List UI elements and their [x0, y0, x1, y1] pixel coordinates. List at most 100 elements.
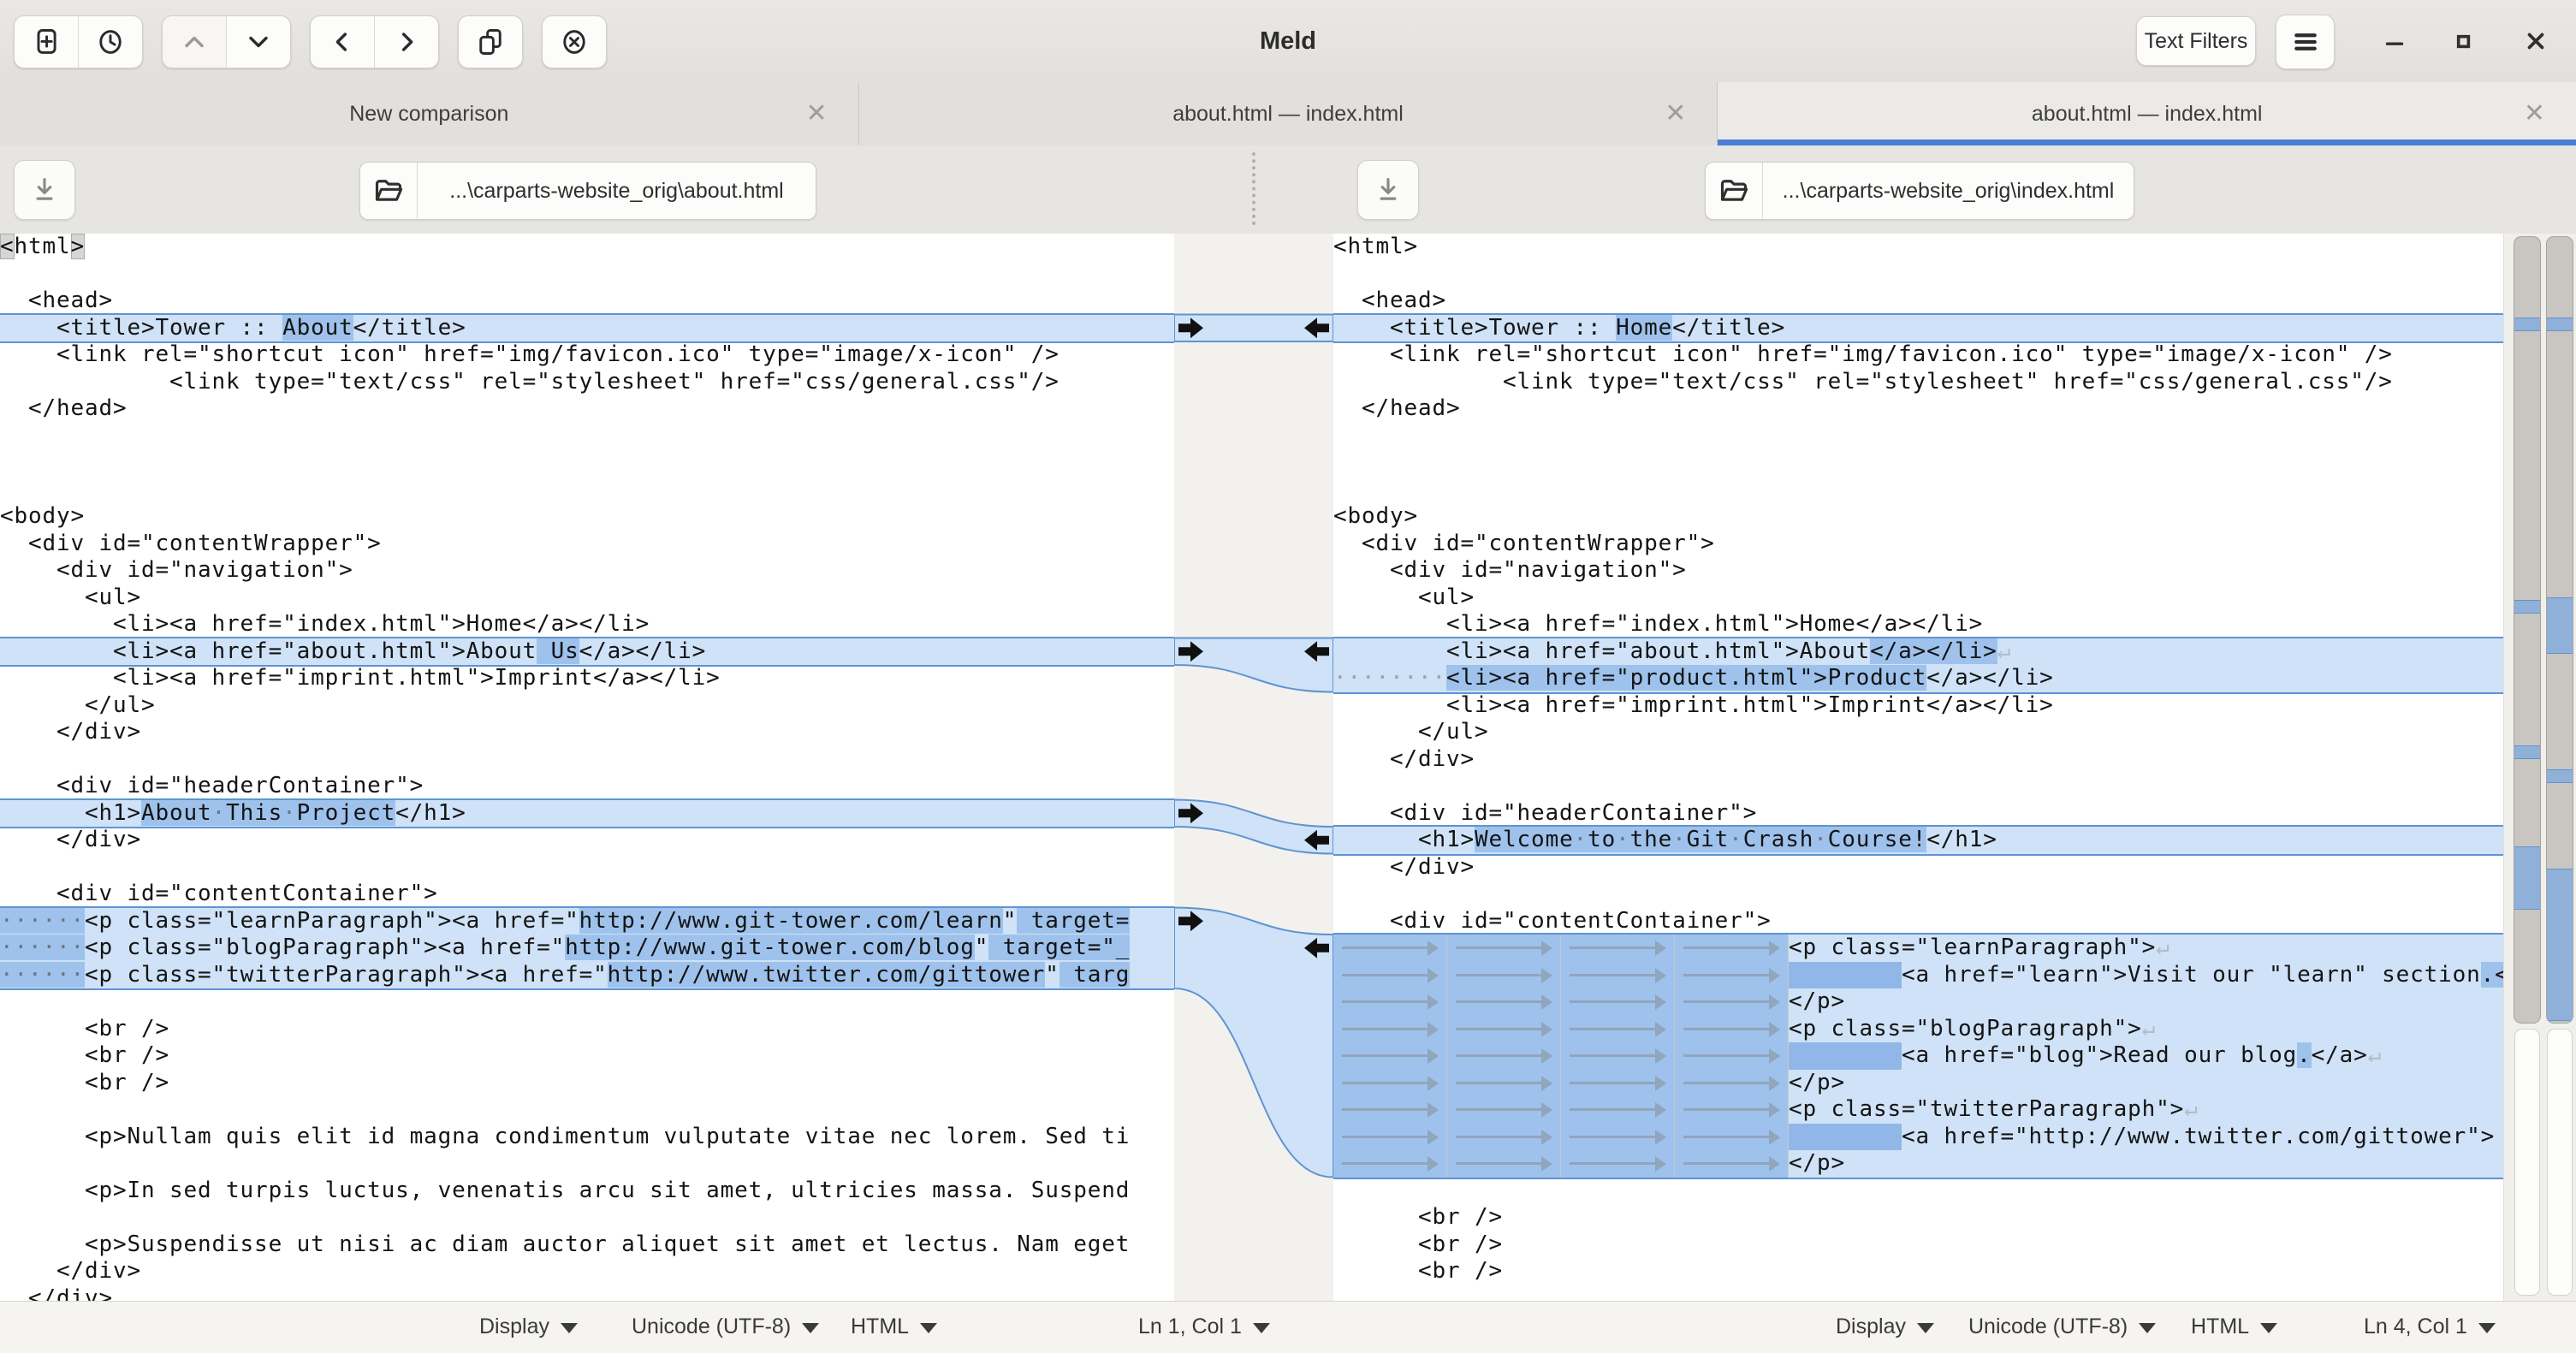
folder-open-icon: [360, 163, 418, 219]
code-line: <p>Nullam quis elit id magna condimentum…: [0, 1124, 1174, 1151]
save-icon: [1373, 175, 1404, 205]
push-change-right-button[interactable]: [374, 16, 438, 68]
right-encoding-menu[interactable]: Unicode (UTF-8): [1968, 1302, 2156, 1351]
left-cursor-position[interactable]: Ln 1, Col 1: [1138, 1302, 1270, 1351]
code-line: <head>: [1333, 288, 2503, 315]
minimap-chunk-marker: [2547, 317, 2573, 331]
tab-about-index-1[interactable]: about.html — index.html ✕: [859, 82, 1718, 145]
scrollbar-trough[interactable]: [2547, 1029, 2573, 1296]
left-file-path: ...\carparts-website_orig\about.html: [418, 163, 816, 219]
code-line: </div>: [0, 1285, 1174, 1302]
minimize-button[interactable]: [2369, 0, 2420, 82]
scrollbar-trough[interactable]: [2514, 1029, 2540, 1296]
code-line: ······<p class="blogParagraph"><a href="…: [0, 935, 1174, 962]
stop-icon: [559, 27, 590, 57]
tab-close-icon[interactable]: ✕: [2524, 101, 2545, 127]
caret-down-icon: [1917, 1323, 1934, 1333]
tab-label: New comparison: [349, 102, 508, 127]
caret-down-icon: [561, 1323, 578, 1333]
restore-icon: [2448, 27, 2478, 56]
file-chooser-bar: ...\carparts-website_orig\about.html ...…: [0, 145, 2576, 234]
left-encoding-menu[interactable]: Unicode (UTF-8): [632, 1302, 819, 1351]
caret-down-icon: [920, 1323, 937, 1333]
code-line: ········<li><a href="product.html">Produ…: [1333, 665, 2503, 692]
code-line: <title>Tower :: Home</title>: [1333, 315, 2503, 342]
code-line: <div id="navigation">: [1333, 557, 2503, 585]
code-line: <body>: [1333, 503, 2503, 531]
right-syntax-menu[interactable]: HTML: [2191, 1302, 2277, 1351]
code-line: <br />: [0, 1042, 1174, 1070]
code-line: <br />: [1333, 1231, 2503, 1259]
minimap-chunk-marker: [2547, 869, 2573, 1021]
stop-button[interactable]: [543, 16, 606, 68]
code-line: <link rel="shortcut icon" href="img/favi…: [1333, 341, 2503, 369]
tab-close-icon[interactable]: ✕: [806, 101, 828, 127]
minimap-chunk-marker: [2514, 846, 2540, 910]
code-line: <li><a href="index.html">Home</a></li>: [0, 611, 1174, 638]
caret-down-icon: [802, 1323, 819, 1333]
scroll-rail: [2503, 234, 2576, 1301]
code-line: <br />: [1333, 1258, 2503, 1285]
code-line: <title>Tower :: About</title>: [0, 315, 1174, 342]
hamburger-icon: [2289, 26, 2322, 58]
code-line: <link rel="shortcut icon" href="img/favi…: [0, 341, 1174, 369]
tab-label: about.html — index.html: [1172, 102, 1404, 127]
toolbar-left: [14, 15, 607, 68]
tab-new-comparison[interactable]: New comparison ✕: [0, 82, 859, 145]
code-line: <div id="headerContainer">: [1333, 800, 2503, 828]
menu-button[interactable]: [2276, 15, 2335, 69]
left-syntax-menu[interactable]: HTML: [851, 1302, 937, 1351]
right-cursor-position[interactable]: Ln 4, Col 1: [2364, 1302, 2496, 1351]
code-line: </div>: [1333, 746, 2503, 774]
code-line: ······<p class="twitterParagraph"><a hre…: [0, 962, 1174, 989]
right-file-chooser-button[interactable]: ...\carparts-website_orig\index.html: [1705, 162, 2134, 220]
save-right-file-button[interactable]: [1357, 160, 1419, 220]
scrollbar-thumb[interactable]: [2514, 236, 2541, 1024]
right-display-menu[interactable]: Display: [1836, 1302, 1934, 1351]
folder-open-icon: [1706, 163, 1763, 219]
text-filters-button[interactable]: Text Filters: [2136, 16, 2256, 66]
tab-close-icon[interactable]: ✕: [1665, 101, 1686, 127]
code-line: </head>: [0, 395, 1174, 423]
recent-comparisons-button[interactable]: [78, 16, 142, 68]
header-bar: Meld Text Filters: [0, 0, 2576, 83]
save-left-file-button[interactable]: [14, 160, 75, 220]
code-line: <li><a href="imprint.html">Imprint</a></…: [1333, 692, 2503, 720]
scrollbar-thumb[interactable]: [2546, 236, 2573, 1024]
left-file-chooser-button[interactable]: ...\carparts-website_orig\about.html: [359, 162, 816, 220]
code-line: <li><a href="about.html">About</a></li>↵: [1333, 638, 2503, 666]
code-line: <p class="blogParagraph">↵: [1333, 1016, 2503, 1043]
code-line: <p>Suspendisse ut nisi ac diam auctor al…: [0, 1231, 1174, 1259]
code-line: </head>: [1333, 395, 2503, 423]
code-line: <br />: [0, 1016, 1174, 1043]
left-minimap-scrollbar[interactable]: [2514, 236, 2541, 1297]
code-line: <li><a href="about.html">About Us</a></l…: [0, 638, 1174, 666]
restore-button[interactable]: [2437, 0, 2489, 82]
push-change-button-group: [310, 15, 439, 68]
left-code-pane[interactable]: <html> <head> <title>Tower :: About</tit…: [0, 234, 1174, 1301]
code-line: <link type="text/css" rel="stylesheet" h…: [0, 369, 1174, 396]
tab-about-index-2[interactable]: about.html — index.html ✕: [1718, 82, 2576, 145]
previous-change-button[interactable]: [163, 16, 226, 68]
code-line: <div id="headerContainer">: [0, 773, 1174, 800]
right-code-pane[interactable]: <html> <head> <title>Tower :: Home</titl…: [1333, 234, 2503, 1301]
code-line: <h1>Welcome·to·the·Git·Crash·Course!</h1…: [1333, 827, 2503, 854]
diff-editor: <html> <head> <title>Tower :: About</tit…: [0, 234, 2576, 1301]
minimap-chunk-marker: [2514, 600, 2540, 614]
code-line: <head>: [0, 288, 1174, 315]
push-change-left-button[interactable]: [311, 16, 374, 68]
next-change-button[interactable]: [226, 16, 290, 68]
code-line: <li><a href="imprint.html">Imprint</a></…: [0, 665, 1174, 692]
code-line: </div>: [0, 1258, 1174, 1285]
new-comparison-icon: [31, 27, 62, 57]
right-minimap-scrollbar[interactable]: [2546, 236, 2573, 1297]
copy-button[interactable]: [459, 16, 522, 68]
new-comparison-button[interactable]: [15, 16, 78, 68]
chevron-down-icon: [243, 27, 274, 57]
close-button[interactable]: [2510, 0, 2561, 82]
code-line: <a href="blog">Read our blog.</a>↵: [1333, 1042, 2503, 1070]
code-line: </p>: [1333, 1070, 2503, 1097]
caret-down-icon: [1253, 1323, 1270, 1333]
code-line: <div id="contentContainer">: [0, 881, 1174, 908]
left-display-menu[interactable]: Display: [479, 1302, 578, 1351]
